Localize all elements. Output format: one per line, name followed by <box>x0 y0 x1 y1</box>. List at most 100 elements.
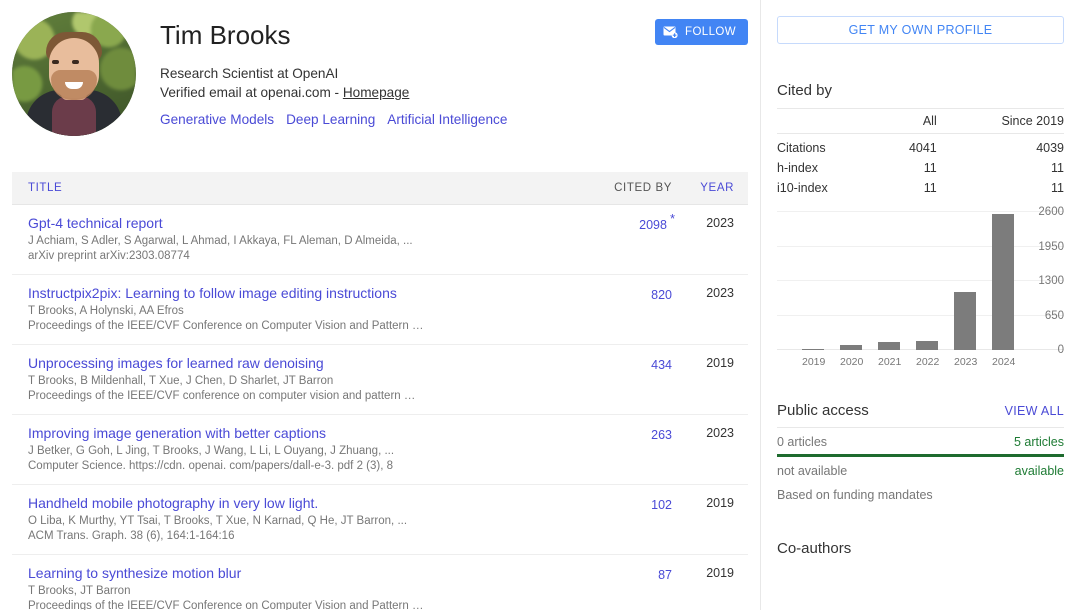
publication-cited-by-count[interactable]: 263 <box>651 428 672 442</box>
cited-by-col-all: All <box>880 108 937 134</box>
public-access-heading: Public access <box>777 402 869 419</box>
chart-y-label: 650 <box>1044 309 1064 322</box>
chart-bar-column[interactable] <box>802 212 824 350</box>
homepage-link[interactable]: Homepage <box>343 85 410 100</box>
publication-cited-by-cell: 434 <box>594 354 672 374</box>
chart-x-label: 2024 <box>992 356 1016 368</box>
table-row: Learning to synthesize motion blur T Broo… <box>12 555 748 610</box>
follow-button-label: FOLLOW <box>685 26 736 38</box>
publication-venue: ACM Trans. Graph. 38 (6), 164:1-164:16 <box>28 530 235 542</box>
chart-bar-column[interactable] <box>916 212 938 350</box>
chart-bar[interactable] <box>992 213 1014 350</box>
publication-title-link[interactable]: Gpt-4 technical report <box>28 214 584 232</box>
follow-button[interactable]: FOLLOW <box>655 19 748 45</box>
table-row: Unprocessing images for learned raw deno… <box>12 345 748 415</box>
cited-by-since-value: 4039 <box>1036 141 1064 155</box>
chart-bar[interactable] <box>802 349 824 350</box>
publication-main: Learning to synthesize motion blur T Broo… <box>28 564 594 610</box>
publication-main: Handheld mobile photography in very low … <box>28 494 594 544</box>
publication-main: Improving image generation with better c… <box>28 424 594 474</box>
publication-authors: J Betker, G Goh, L Jing, T Brooks, J Wan… <box>28 445 395 457</box>
publication-cited-by-count[interactable]: 820 <box>651 288 672 302</box>
chart-bar-column[interactable] <box>878 212 900 350</box>
avatar-shirt <box>52 96 96 136</box>
cited-by-since-value: 11 <box>1051 161 1064 175</box>
cited-by-all-value: 11 <box>923 161 937 175</box>
publication-title-link[interactable]: Improving image generation with better c… <box>28 424 584 442</box>
column-header-cited-by[interactable]: CITED BY <box>594 182 672 194</box>
chart-bar-column[interactable] <box>954 212 976 350</box>
public-access-note: Based on funding mandates <box>777 488 933 502</box>
publication-title-link[interactable]: Unprocessing images for learned raw deno… <box>28 354 584 372</box>
avatar-eye-right <box>72 60 79 64</box>
interest-link-0[interactable]: Generative Models <box>160 112 274 127</box>
chart-y-label: 2600 <box>1038 206 1064 218</box>
cited-by-metric-label: Citations <box>777 141 826 155</box>
public-access-left-status: not available <box>777 464 848 478</box>
publications-rows: Gpt-4 technical report J Achiam, S Adler,… <box>12 205 748 610</box>
publication-main: Gpt-4 technical report J Achiam, S Adler,… <box>28 214 594 264</box>
chart-x-axis-labels: 2019 2020 2021 2022 2023 2024 <box>777 352 1018 372</box>
get-my-own-profile-button[interactable]: GET MY OWN PROFILE <box>777 16 1064 44</box>
table-row: Gpt-4 technical report J Achiam, S Adler,… <box>12 205 748 275</box>
avatar-wrapper <box>12 10 138 136</box>
chart-x-label: 2021 <box>878 356 902 368</box>
publication-cited-by-count[interactable]: 434 <box>651 358 672 372</box>
interest-link-1[interactable]: Deep Learning <box>286 112 375 127</box>
publication-star-marker: * <box>669 211 675 226</box>
public-access-status-row: not available available <box>777 457 1064 478</box>
publication-authors: T Brooks, A Holynski, AA Efros <box>28 305 184 317</box>
chart-bar-column[interactable] <box>840 212 862 350</box>
cited-by-table-body: Citations 4041 4039 h-index 11 11 i10-index 11 1… <box>777 134 1064 199</box>
cited-by-heading: Cited by <box>777 82 833 99</box>
chart-plot-area <box>777 211 1064 350</box>
publication-year: 2023 <box>706 426 734 440</box>
profile-header: Tim Brooks Research Scientist at OpenAI … <box>0 0 760 136</box>
chart-x-label: 2019 <box>802 356 826 368</box>
publication-title-link[interactable]: Learning to synthesize motion blur <box>28 564 584 582</box>
chart-bar-column[interactable] <box>992 212 1014 350</box>
avatar[interactable] <box>12 12 136 136</box>
publication-cited-by-cell: 87 <box>594 564 672 584</box>
chart-bar[interactable] <box>878 342 900 350</box>
chart-x-label: 2022 <box>916 356 940 368</box>
avatar-eye-left <box>52 60 59 64</box>
chart-bar[interactable] <box>954 291 976 350</box>
cited-by-since-value: 11 <box>1051 181 1064 195</box>
chart-y-label: 0 <box>1057 344 1064 356</box>
public-access-right-count[interactable]: 5 articles <box>1014 435 1064 449</box>
verified-email-text: Verified email at openai.com - <box>160 85 343 100</box>
publications-table: TITLE CITED BY YEAR Gpt-4 technical repo… <box>12 172 748 610</box>
publication-title-link[interactable]: Handheld mobile photography in very low … <box>28 494 584 512</box>
publication-main: Unprocessing images for learned raw deno… <box>28 354 594 404</box>
table-row: Improving image generation with better c… <box>12 415 748 485</box>
publication-venue: Proceedings of the IEEE/CVF Conference o… <box>28 320 424 332</box>
publication-cited-by-count[interactable]: 102 <box>651 498 672 512</box>
publication-cited-by-count[interactable]: 87 <box>658 568 672 582</box>
public-access-view-all-link[interactable]: VIEW ALL <box>1005 404 1064 418</box>
chart-bar[interactable] <box>916 341 938 350</box>
publication-authors: J Achiam, S Adler, S Agarwal, L Ahmad, I… <box>28 235 413 247</box>
public-access-left-count: 0 articles <box>777 435 828 449</box>
publication-year: 2023 <box>706 286 734 300</box>
cited-by-all-value: 11 <box>923 181 937 195</box>
public-access-header: Public access VIEW ALL <box>777 402 1064 419</box>
citations-per-year-chart[interactable]: 2019 2020 2021 2022 2023 2024 0 650 1300 1950 260… <box>777 206 1064 372</box>
table-row: Handheld mobile photography in very low … <box>12 485 748 555</box>
column-header-title[interactable]: TITLE <box>28 182 594 194</box>
mail-follow-icon <box>663 26 678 38</box>
right-sidebar: GET MY OWN PROFILE Cited by All Since 20… <box>760 0 1080 610</box>
publication-year: 2019 <box>706 566 734 580</box>
publication-venue: Computer Science. https://cdn. openai. c… <box>28 460 393 472</box>
publication-cited-by-count[interactable]: 2098 <box>639 218 667 232</box>
column-header-year[interactable]: YEAR <box>672 182 734 194</box>
coauthors-heading: Co-authors <box>777 540 852 557</box>
chart-y-label: 1300 <box>1038 275 1064 287</box>
table-row: Instructpix2pix: Learning to follow imag… <box>12 275 748 345</box>
chart-bar[interactable] <box>840 345 862 350</box>
publication-title-link[interactable]: Instructpix2pix: Learning to follow imag… <box>28 284 584 302</box>
cited-by-table-header-row: All Since 2019 <box>777 108 1064 134</box>
interest-link-2[interactable]: Artificial Intelligence <box>387 112 507 127</box>
publication-cited-by-cell: 820 <box>594 284 672 304</box>
verified-email-line: Verified email at openai.com - Homepage <box>160 83 748 102</box>
